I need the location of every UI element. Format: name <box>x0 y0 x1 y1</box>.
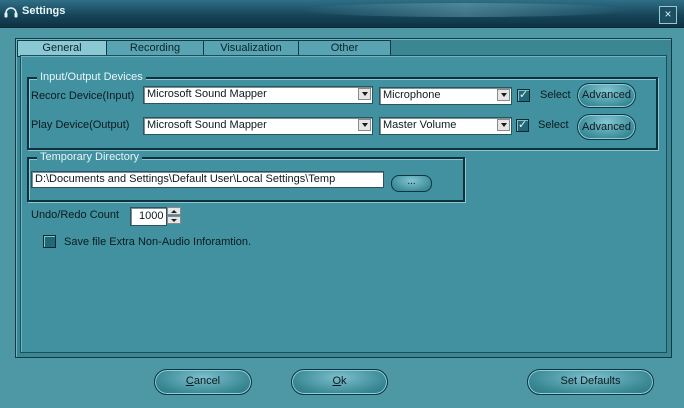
temp-dir-input[interactable]: D:\Documents and Settings\Default User\L… <box>31 171 384 188</box>
tab-general-label: General <box>42 42 82 54</box>
play-line-value: Master Volume <box>383 119 457 131</box>
tab-other-label: Other <box>330 42 359 54</box>
chevron-down-icon[interactable] <box>497 119 510 131</box>
record-device-select[interactable]: Microsoft Sound Mapper <box>143 86 373 104</box>
spin-down-icon[interactable] <box>167 216 181 224</box>
cancel-button[interactable]: Cancel <box>154 369 252 395</box>
ok-mnemonic: O <box>332 375 342 387</box>
cancel-mnemonic: C <box>185 375 194 387</box>
cancel-label: ancel <box>193 375 221 387</box>
set-defaults-button[interactable]: Set Defaults <box>527 369 654 395</box>
tab-recording[interactable]: Recording <box>106 40 204 56</box>
record-line-select[interactable]: Microphone <box>379 87 512 105</box>
ok-label: k <box>341 375 347 387</box>
record-select-checkbox[interactable]: ✓ <box>517 89 530 102</box>
title-bar[interactable] <box>0 0 684 28</box>
title-bar-shine <box>300 3 630 17</box>
temp-dir-path: D:\Documents and Settings\Default User\L… <box>35 173 336 185</box>
chevron-down-icon[interactable] <box>497 89 510 101</box>
browse-button[interactable]: ... <box>391 175 432 192</box>
window-title: Settings <box>22 5 66 17</box>
undo-count-label: Undo/Redo Count <box>31 209 120 221</box>
extra-info-checkbox[interactable] <box>43 235 56 248</box>
browse-label: ... <box>407 176 416 187</box>
play-device-value: Microsoft Sound Mapper <box>147 119 267 131</box>
spin-up-icon[interactable] <box>167 207 181 215</box>
close-button[interactable]: × <box>659 6 677 24</box>
temp-dir-title: Temporary Directory <box>37 151 143 163</box>
play-device-select[interactable]: Microsoft Sound Mapper <box>143 117 373 135</box>
tab-other[interactable]: Other <box>298 40 391 56</box>
chevron-down-icon[interactable] <box>358 88 371 100</box>
play-select-checkbox[interactable]: ✓ <box>516 119 529 132</box>
extra-info-label: Save file Extra Non-Audio Inforamtion. <box>64 236 252 248</box>
undo-count-input[interactable]: 1000 <box>130 207 167 226</box>
chevron-down-icon[interactable] <box>358 119 371 131</box>
record-line-value: Microphone <box>383 89 441 101</box>
headphones-icon <box>4 7 18 18</box>
record-device-value: Microsoft Sound Mapper <box>147 88 267 100</box>
record-advanced-label: Advanced <box>582 89 631 101</box>
play-advanced-button[interactable]: Advanced <box>577 114 636 140</box>
play-device-label: Play Device(Output) <box>31 119 130 131</box>
tab-recording-label: Recording <box>129 42 181 54</box>
set-defaults-label: Set Defaults <box>560 375 621 387</box>
record-advanced-button[interactable]: Advanced <box>577 83 636 108</box>
record-select-label: Select <box>540 89 571 101</box>
ok-button[interactable]: Ok <box>291 369 388 395</box>
play-select-label: Select <box>538 119 569 131</box>
record-device-label: Recorc Device(Input) <box>31 90 135 102</box>
play-line-select[interactable]: Master Volume <box>379 117 512 135</box>
checkmark-icon: ✓ <box>519 89 529 101</box>
tab-visualization[interactable]: Visualization <box>203 40 299 56</box>
io-devices-title: Input/Output Devices <box>37 71 146 83</box>
close-icon: × <box>664 7 672 21</box>
tab-visualization-label: Visualization <box>220 42 282 54</box>
undo-count-value: 1000 <box>139 210 164 222</box>
checkmark-icon: ✓ <box>518 119 528 131</box>
play-advanced-label: Advanced <box>582 121 631 133</box>
